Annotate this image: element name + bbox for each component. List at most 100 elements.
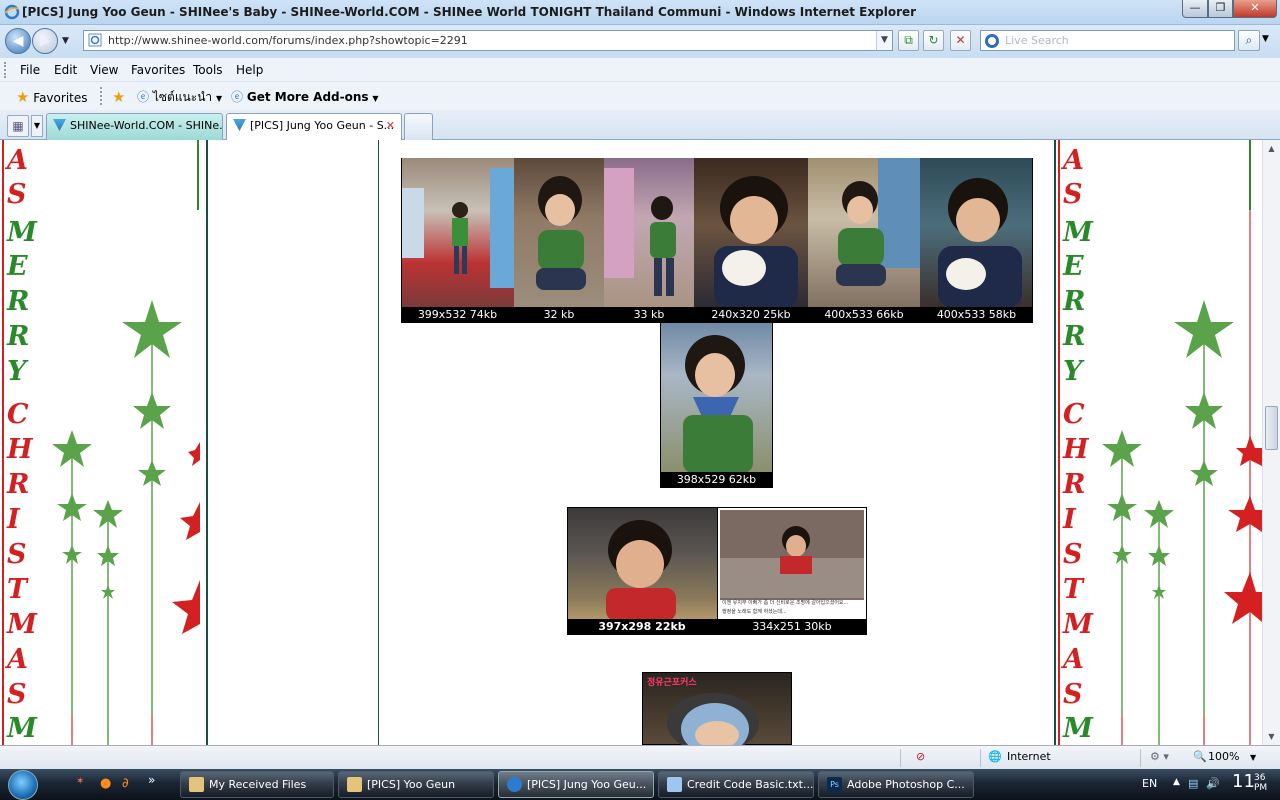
show-hidden-icons-icon[interactable]: ▲ xyxy=(1173,777,1180,787)
suggested-sites-label: ไซต์แนะนำ xyxy=(152,90,213,104)
search-box[interactable]: Live Search xyxy=(980,30,1235,51)
decor-letter: S xyxy=(7,179,27,210)
ie-addons-icon: ⓔ xyxy=(231,90,244,104)
ie-logo-icon xyxy=(4,4,20,20)
decor-letter: A xyxy=(7,145,28,176)
photo-thumbnail[interactable] xyxy=(661,323,772,473)
maximize-button[interactable]: ❐ xyxy=(1208,0,1233,18)
clock-minute: 36 xyxy=(1254,773,1266,783)
stop-icon[interactable]: ✕ xyxy=(950,30,971,51)
address-dropdown-icon[interactable]: ▼ xyxy=(876,31,892,50)
image-caption: 397x298 22kb xyxy=(567,619,717,635)
photo-thumbnail[interactable] xyxy=(568,508,717,621)
decor-letter: S xyxy=(7,679,27,710)
add-to-favorites-bar-button[interactable]: ★ xyxy=(112,88,125,106)
site-favicon-icon xyxy=(233,119,246,131)
menu-tools[interactable]: Tools xyxy=(193,63,223,77)
favorites-button[interactable]: ★ Favorites xyxy=(16,88,88,106)
refresh-icon[interactable]: ↻ xyxy=(923,30,944,51)
photo-thumbnail[interactable] xyxy=(514,158,604,308)
decor-letter: E xyxy=(1063,251,1084,282)
decor-letter: Y xyxy=(7,356,27,387)
christmas-banner-left: A S M E R R Y C H R I S T M A S M xyxy=(0,140,200,745)
tab-list-dropdown-icon[interactable]: ▼ xyxy=(31,115,43,137)
photo-thumbnail[interactable]: 이젠 유치부 아빠가 좀 더 신비로운 조명에 갈아입으셨어요... 행정을 노… xyxy=(718,508,866,621)
menu-view[interactable]: View xyxy=(90,63,118,77)
zoom-dropdown-icon[interactable]: ▼ xyxy=(1250,753,1256,762)
clock-period: PM xyxy=(1254,783,1268,793)
get-more-addons-button[interactable]: ⓔ Get More Add-ons ▼ xyxy=(231,88,379,105)
language-indicator[interactable]: EN xyxy=(1142,777,1157,790)
tab-bar: ▦ ▼ SHINee-World.COM - SHINe... [PICS] J… xyxy=(0,110,1280,140)
photo-note-line: 행정을 노래도 함께 하셨는데... xyxy=(722,609,787,615)
search-button[interactable]: ⌕ xyxy=(1238,30,1260,51)
volume-icon[interactable]: 🔊 xyxy=(1206,777,1220,790)
taskbar-button-my-received-files[interactable]: My Received Files xyxy=(180,771,334,798)
get-more-addons-label: Get More Add-ons xyxy=(246,90,369,104)
menu-file[interactable]: File xyxy=(20,63,40,77)
quick-tabs-icon[interactable]: ▦ xyxy=(7,115,29,137)
vertical-scrollbar[interactable]: ▲ ▼ xyxy=(1262,140,1280,745)
taskbar-button-internet-explorer[interactable]: [PICS] Jung Yoo Geu... xyxy=(498,771,654,798)
taskbar-button-pics-yoo-geun[interactable]: [PICS] Yoo Geun xyxy=(338,771,494,798)
address-bar[interactable]: http://www.shinee-world.com/forums/index… xyxy=(83,30,893,51)
favorites-bar: ★ Favorites ★ ⓔ ไซต์แนะนำ ▼ ⓔ Get More A… xyxy=(0,82,1280,110)
decor-letter: T xyxy=(1063,574,1084,605)
scroll-up-icon[interactable]: ▲ xyxy=(1263,140,1280,157)
photo-thumbnail[interactable] xyxy=(402,158,514,308)
photo-thumbnail[interactable]: 정유근포커스 xyxy=(642,672,792,745)
tab-pics-jung-yoo-geun[interactable]: [PICS] Jung Yoo Geun - S... ✕ xyxy=(226,113,402,140)
photo-thumbnail[interactable] xyxy=(694,158,808,308)
recent-pages-dropdown-icon[interactable]: ▼ xyxy=(62,36,69,46)
photo-thumbnail[interactable] xyxy=(920,158,1032,308)
back-button[interactable]: ◀ xyxy=(5,28,31,54)
folder-icon xyxy=(347,777,362,792)
photo-thumbnail[interactable] xyxy=(604,158,694,308)
taskbar-button-notepad[interactable]: Credit Code Basic.txt... xyxy=(658,771,814,798)
decor-letter: R xyxy=(7,469,30,500)
quicklaunch-overflow-icon[interactable]: » xyxy=(148,773,155,787)
close-button[interactable]: ✕ xyxy=(1233,0,1277,18)
decor-letter: I xyxy=(7,504,20,535)
quicklaunch-app-icon[interactable]: ✶ xyxy=(76,776,84,787)
suggested-sites-button[interactable]: ⓔ ไซต์แนะนำ ▼ xyxy=(137,88,222,107)
menu-help[interactable]: Help xyxy=(236,63,263,77)
menu-favorites[interactable]: Favorites xyxy=(131,63,185,77)
decor-letter: C xyxy=(1063,399,1085,430)
menu-edit[interactable]: Edit xyxy=(54,63,77,77)
taskbar-button-label: My Received Files xyxy=(209,778,307,791)
status-separator xyxy=(980,749,981,767)
tab-shinee-world[interactable]: SHINee-World.COM - SHINe... xyxy=(46,113,223,140)
zoom-level[interactable]: 100% xyxy=(1208,750,1239,763)
photo-thumbnail[interactable] xyxy=(808,158,920,308)
search-options-dropdown-icon[interactable]: ▼ xyxy=(1262,34,1269,44)
clock-hour: 11 xyxy=(1232,771,1255,792)
decor-letter: I xyxy=(1063,504,1076,535)
toddler-silhouette xyxy=(536,176,586,290)
forward-button[interactable]: ▶ xyxy=(32,28,58,54)
quicklaunch-app-icon[interactable]: ∂ xyxy=(122,776,129,791)
toddler-silhouette xyxy=(402,168,514,288)
start-button[interactable] xyxy=(8,770,38,800)
firefox-icon[interactable]: ● xyxy=(100,776,111,791)
phishing-filter-icon[interactable]: ⚙ ▾ xyxy=(1150,750,1169,763)
title-bar: [PICS] Jung Yoo Geun - SHINee's Baby - S… xyxy=(0,0,1280,25)
notepad-icon xyxy=(667,777,682,792)
minimize-button[interactable]: — xyxy=(1182,0,1208,18)
add-favorite-star-icon: ★ xyxy=(112,88,126,106)
security-zone-label[interactable]: Internet xyxy=(1007,750,1051,763)
network-icon[interactable]: ▤ xyxy=(1188,777,1198,790)
decor-letter: M xyxy=(7,609,37,640)
decor-letter: H xyxy=(7,434,33,465)
taskbar-button-photoshop[interactable]: Ps Adobe Photoshop C... xyxy=(818,771,974,798)
scrollbar-thumb[interactable] xyxy=(1265,406,1278,450)
compatibility-view-icon[interactable]: ⧉ xyxy=(898,30,919,51)
new-tab-button[interactable] xyxy=(404,113,433,140)
decor-letter: T xyxy=(7,574,28,605)
clock[interactable]: 11 36 PM xyxy=(1232,771,1267,793)
scroll-down-icon[interactable]: ▼ xyxy=(1263,728,1280,745)
close-tab-icon[interactable]: ✕ xyxy=(386,119,395,132)
protected-mode-icon[interactable]: ⊘ xyxy=(916,750,925,763)
page-divider-left xyxy=(206,140,208,745)
address-url[interactable]: http://www.shinee-world.com/forums/index… xyxy=(108,34,468,47)
